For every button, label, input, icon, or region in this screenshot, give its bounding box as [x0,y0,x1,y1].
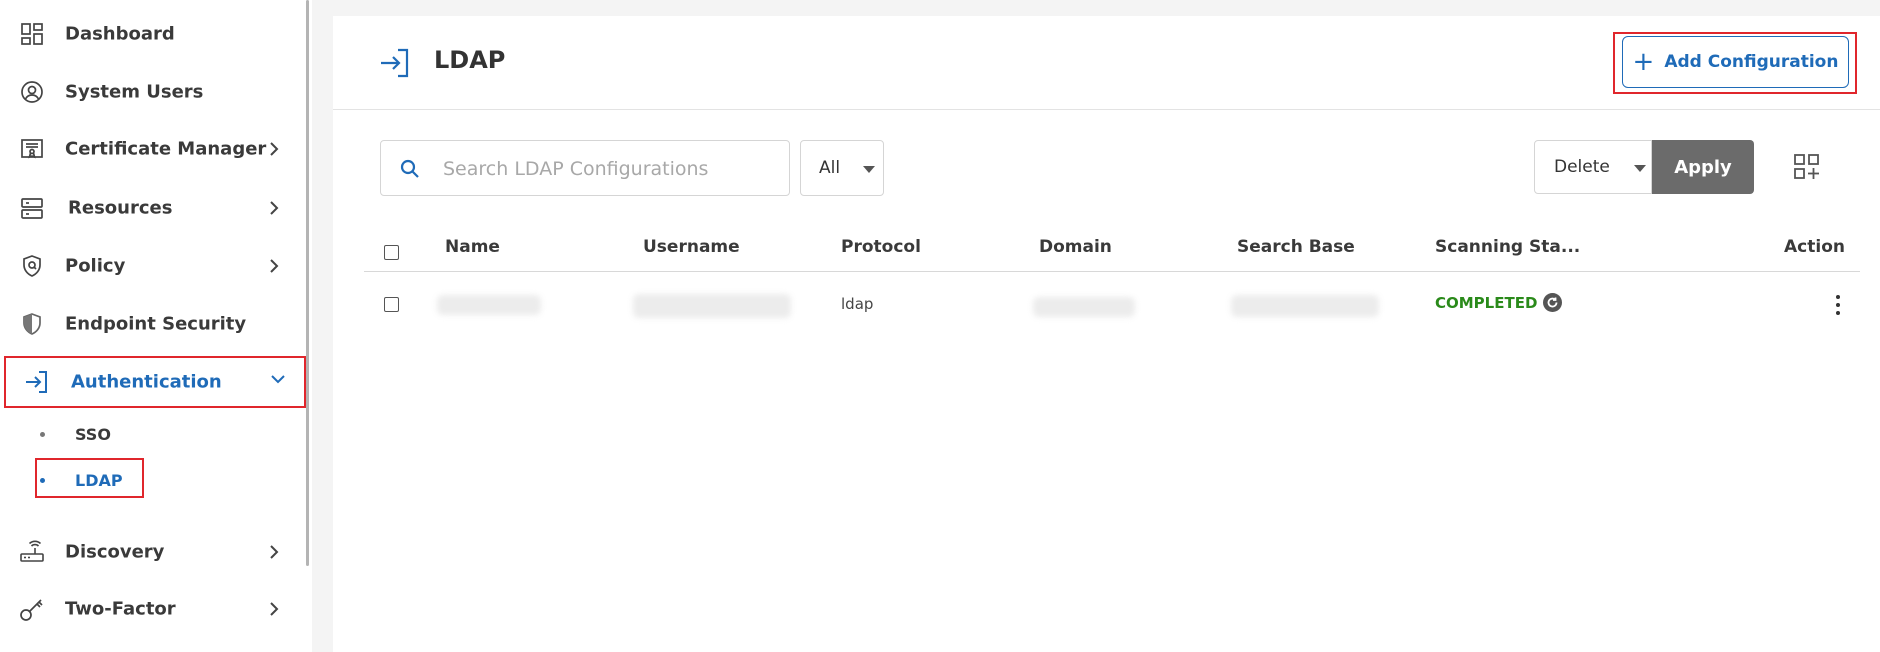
main-panel: LDAP + Add Configuration All Delete Appl… [333,16,1880,652]
sidebar-item-endpoint-security[interactable]: Endpoint Security [0,298,300,350]
sidebar-item-system-users[interactable]: System Users [0,66,300,118]
column-header-search-base[interactable]: Search Base [1237,237,1355,257]
protocol-cell: ldap [841,295,874,313]
column-header-username[interactable]: Username [643,237,740,257]
sidebar-item-dashboard[interactable]: Dashboard [0,8,300,60]
key-icon [19,596,45,622]
status-badge: COMPLETED [1435,293,1563,312]
sidebar-item-label: Policy [65,255,126,277]
sidebar-item-label: Dashboard [65,23,175,45]
search-icon [400,159,419,178]
authentication-highlight [4,356,306,408]
sidebar-item-label: Resources [68,197,173,219]
search-base-cell-redacted [1231,295,1379,317]
more-actions-icon[interactable] [1833,293,1843,317]
username-cell-redacted [633,294,791,318]
filter-value: All [819,158,841,178]
shield-icon [19,311,45,337]
chevron-right-icon [270,602,279,616]
bulk-action-value: Delete [1554,157,1610,177]
search-input[interactable] [443,151,773,187]
sidebar-item-discovery[interactable]: Discovery [0,526,300,578]
page-title: LDAP [434,46,506,74]
table-header: Name Username Protocol Domain Search Bas… [364,222,1860,272]
sidebar-item-policy[interactable]: Policy [0,240,300,292]
refresh-icon[interactable] [1543,293,1563,312]
sidebar-item-label: System Users [65,81,204,103]
filter-select[interactable]: All [800,140,884,196]
certificate-icon [19,136,45,162]
column-header-name[interactable]: Name [445,237,500,257]
caret-down-icon [1634,165,1646,172]
caret-down-icon [863,166,875,173]
select-all-checkbox[interactable] [384,245,399,260]
status-text: COMPLETED [1435,293,1538,312]
sidebar-item-label: Certificate Manager [65,138,267,160]
sidebar-item-label: Two-Factor [65,598,176,620]
add-configuration-highlight [1613,32,1857,94]
apply-button[interactable]: Apply [1652,140,1754,194]
domain-cell-redacted [1033,297,1135,317]
bullet [40,431,45,437]
dashboard-icon [19,21,45,47]
sidebar-scrollbar[interactable] [306,0,309,566]
row-checkbox[interactable] [384,297,399,312]
name-cell-redacted [437,295,541,315]
sidebar-item-two-factor[interactable]: Two-Factor [0,583,300,635]
sidebar-item-label: Discovery [65,541,165,563]
bulk-action-select[interactable]: Delete [1534,140,1652,194]
ldap-highlight [35,458,144,498]
router-icon [19,539,45,565]
chevron-right-icon [270,142,279,156]
chevron-right-icon [270,259,279,273]
column-header-protocol[interactable]: Protocol [841,237,921,257]
search-box [380,140,790,196]
sidebar: Dashboard System Users Certificate Manag… [0,0,312,652]
chevron-right-icon [270,545,279,559]
sidebar-subitem-sso[interactable]: SSO [40,419,111,449]
user-circle-icon [19,79,45,105]
grid-add-icon[interactable] [1793,153,1821,181]
column-header-domain[interactable]: Domain [1039,237,1112,257]
chevron-right-icon [270,201,279,215]
sidebar-item-certificate-manager[interactable]: Certificate Manager [0,123,300,175]
sidebar-subitem-label: SSO [75,424,111,444]
sidebar-item-label: Endpoint Security [65,313,247,335]
sidebar-item-resources[interactable]: Resources [0,182,300,234]
column-header-scanning-status[interactable]: Scanning Sta... [1435,237,1580,257]
server-icon [19,195,45,221]
table-row: ldap COMPLETED [364,273,1860,337]
column-header-action: Action [1784,237,1845,257]
policy-shield-icon [19,253,45,279]
login-icon [381,48,409,78]
